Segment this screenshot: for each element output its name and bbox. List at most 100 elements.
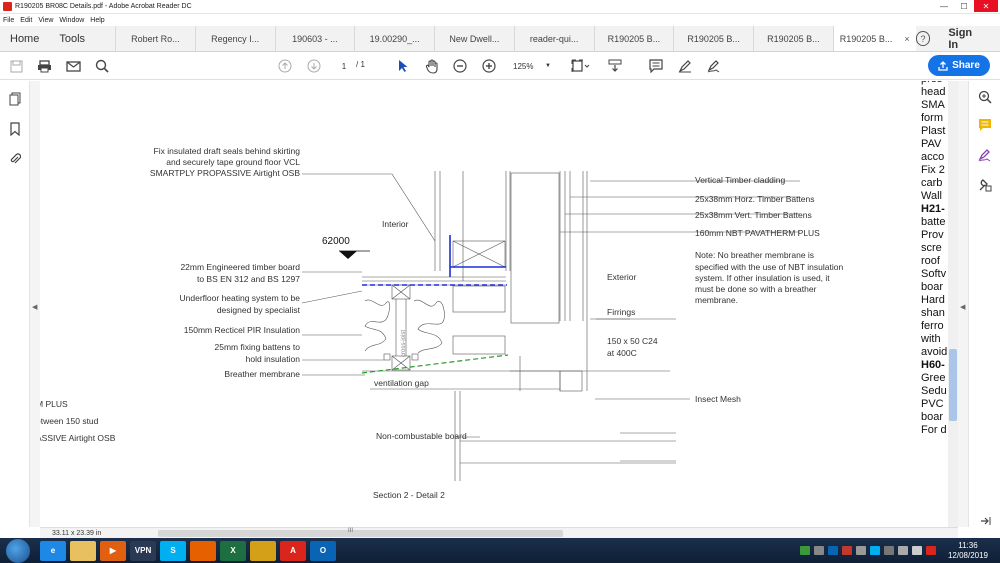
tray-icon[interactable] <box>813 546 824 555</box>
collapse-panel-icon[interactable] <box>977 513 993 529</box>
vertical-scrollbar[interactable] <box>948 81 958 527</box>
bookmark-icon[interactable] <box>7 121 23 137</box>
tray-icon[interactable] <box>827 546 838 555</box>
clock[interactable]: 11:36 12/08/2019 <box>948 541 988 561</box>
start-button[interactable] <box>6 538 30 563</box>
tray-icon[interactable] <box>841 546 852 555</box>
label-vcl: and securely tape ground floor VCL <box>166 157 300 167</box>
maximize-button[interactable]: ☐ <box>954 0 974 12</box>
tray-icon[interactable] <box>883 546 894 555</box>
share-icon <box>938 60 948 71</box>
close-tab-icon[interactable]: × <box>904 34 909 44</box>
sign-icon[interactable] <box>706 57 722 75</box>
clock-date: 12/08/2019 <box>947 550 988 560</box>
note-line: Note: No breather membrane is <box>695 250 814 260</box>
page-number-input[interactable] <box>335 59 353 73</box>
scrollbar-thumb[interactable] <box>949 349 957 421</box>
menu-window[interactable]: Window <box>56 17 87 24</box>
print-icon[interactable] <box>36 57 52 75</box>
zoom-in-icon[interactable] <box>481 57 497 75</box>
comment-panel-icon[interactable] <box>977 117 993 133</box>
taskbar-skype-icon[interactable]: S <box>160 540 186 561</box>
tray-icon[interactable] <box>869 546 880 555</box>
system-tray: 11:36 12/08/2019 <box>798 538 1000 563</box>
label-vertical-cladding: Vertical Timber cladding <box>695 175 786 185</box>
level-value: 62000 <box>322 236 350 247</box>
document-view[interactable]: Fix insulated draft seals behind skirtin… <box>40 81 958 527</box>
comment-icon[interactable] <box>648 57 664 75</box>
label-interior: Interior <box>382 219 409 229</box>
doc-tab[interactable]: New Dwell... <box>434 26 514 51</box>
label-pavatherm: 160mm NBT PAVATHERM PLUS <box>695 228 820 238</box>
taskbar-ie-icon[interactable]: e <box>40 540 66 561</box>
doc-tab[interactable]: R190205 B... <box>673 26 753 51</box>
tray-icon[interactable] <box>855 546 866 555</box>
doc-tab[interactable]: R190205 B... <box>753 26 833 51</box>
close-window-button[interactable]: ✕ <box>974 0 998 12</box>
taskbar-notes-icon[interactable] <box>250 540 276 561</box>
email-icon[interactable] <box>65 57 81 75</box>
hand-tool-icon[interactable] <box>424 57 440 75</box>
horizontal-scrollbar[interactable]: III <box>158 528 563 537</box>
label-draft-seals: Fix insulated draft seals behind skirtin… <box>154 146 301 156</box>
label-firrings: Firrings <box>607 307 635 317</box>
note-line: specified with the use of NBT insulation <box>695 262 843 272</box>
fill-sign-icon[interactable] <box>977 147 993 163</box>
label-timber-size: 150 x 50 C24 <box>607 336 658 346</box>
scroll-mode-icon[interactable] <box>606 57 624 75</box>
tray-icon[interactable] <box>799 546 810 555</box>
highlight-pen-icon[interactable] <box>677 57 693 75</box>
taskbar-outlook-icon[interactable]: O <box>310 540 336 561</box>
tab-tools[interactable]: Tools <box>49 26 95 51</box>
doc-tab[interactable]: reader-qui... <box>513 26 594 51</box>
menu-help[interactable]: Help <box>87 17 107 24</box>
tab-home[interactable]: Home <box>0 26 49 51</box>
doc-tab[interactable]: Regency I... <box>194 26 275 51</box>
zoom-out-icon[interactable] <box>452 57 468 75</box>
label-noncombustible-board: Non-combustable board <box>376 431 467 441</box>
help-icon[interactable]: ? <box>915 31 931 46</box>
menu-bar: File Edit View Window Help <box>0 14 1000 26</box>
page-thumbnails-icon[interactable] <box>7 91 23 107</box>
label-specialist: designed by specialist <box>217 305 301 315</box>
level-marker-icon <box>339 251 357 259</box>
doc-tab-label: R190205 B... <box>839 33 893 44</box>
menu-view[interactable]: View <box>35 17 56 24</box>
doc-tab[interactable]: 19.00290_... <box>354 26 434 51</box>
right-panel-collapse[interactable]: ◀ <box>958 81 968 527</box>
taskbar-acrobat-icon[interactable]: A <box>280 540 306 561</box>
chevron-down-icon: ▼ <box>545 63 551 69</box>
volume-icon[interactable] <box>911 546 922 555</box>
previous-page-icon[interactable] <box>277 57 293 75</box>
attachment-icon[interactable] <box>7 151 23 167</box>
search-icon[interactable] <box>94 57 110 75</box>
taskbar-firefox-icon[interactable] <box>190 540 216 561</box>
taskbar-explorer-icon[interactable] <box>70 540 96 561</box>
doc-tab[interactable]: Robert Ro... <box>115 26 195 51</box>
page-fit-icon[interactable] <box>570 57 592 75</box>
menu-file[interactable]: File <box>0 17 17 24</box>
share-button[interactable]: Share <box>928 55 990 76</box>
tab-bar: Home Tools Robert Ro... Regency I... 190… <box>0 26 1000 52</box>
menu-edit[interactable]: Edit <box>17 17 35 24</box>
window-title: R190205 BR08C Details.pdf - Adobe Acroba… <box>15 3 192 10</box>
doc-tab[interactable]: R190205 B... <box>593 26 674 51</box>
doc-tab-active[interactable]: R190205 B... × <box>832 26 916 51</box>
tray-icon[interactable] <box>925 546 936 555</box>
taskbar-media-icon[interactable]: ▶ <box>100 540 126 561</box>
taskbar-vpn-icon[interactable]: VPN <box>130 540 156 561</box>
more-tools-icon[interactable] <box>977 177 993 193</box>
partial-left-text: ASSIVE Airtight OSB <box>40 433 116 443</box>
tray-icon[interactable] <box>897 546 908 555</box>
zoom-search-icon[interactable] <box>977 89 993 105</box>
save-icon[interactable] <box>8 57 24 75</box>
next-page-icon[interactable] <box>306 57 322 75</box>
taskbar-excel-icon[interactable]: X <box>220 540 246 561</box>
minimize-button[interactable]: — <box>934 0 954 12</box>
sign-in-link[interactable]: Sign In <box>948 27 984 51</box>
select-cursor-icon[interactable] <box>395 57 411 75</box>
zoom-select[interactable]: 125% ▼ <box>510 59 554 73</box>
label-horz-battens: 25x38mm Horz. Timber Battens <box>695 194 815 204</box>
doc-tab[interactable]: 190603 - ... <box>274 26 355 51</box>
left-panel-collapse[interactable]: ◀ <box>30 81 40 527</box>
